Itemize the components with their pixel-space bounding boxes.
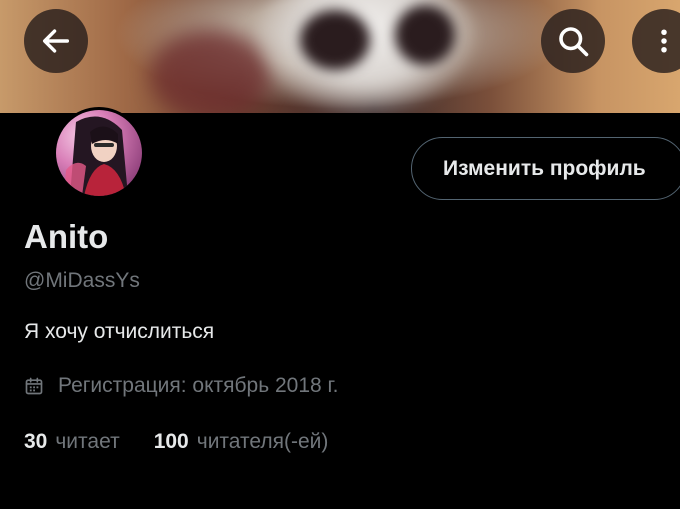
avatar[interactable] bbox=[56, 110, 142, 196]
display-name: Anito bbox=[24, 218, 109, 255]
following-link[interactable]: 30 читает bbox=[24, 430, 120, 454]
join-date-text: Регистрация: октябрь 2018 г. bbox=[58, 374, 339, 397]
join-date: Регистрация: октябрь 2018 г. bbox=[24, 374, 339, 398]
follow-stats: 30 читает 100 читателя(-ей) bbox=[24, 430, 328, 454]
avatar-ring bbox=[53, 107, 145, 199]
profile-bio: Я хочу отчислиться bbox=[24, 320, 215, 343]
back-button[interactable] bbox=[24, 9, 88, 73]
search-icon bbox=[559, 27, 589, 57]
following-label: читает bbox=[55, 430, 120, 453]
followers-link[interactable]: 100 читателя(-ей) bbox=[154, 430, 329, 454]
search-button[interactable] bbox=[541, 9, 605, 73]
followers-count: 100 bbox=[153, 430, 189, 453]
user-handle: @MiDassYs bbox=[24, 269, 140, 292]
edit-profile-button[interactable]: Изменить профиль bbox=[411, 137, 680, 200]
calendar-icon bbox=[25, 377, 43, 395]
followers-label: читателя(-ей) bbox=[196, 430, 329, 453]
arrow-left-icon bbox=[42, 29, 70, 53]
more-vertical-icon bbox=[661, 29, 667, 53]
following-count: 30 bbox=[24, 430, 48, 453]
